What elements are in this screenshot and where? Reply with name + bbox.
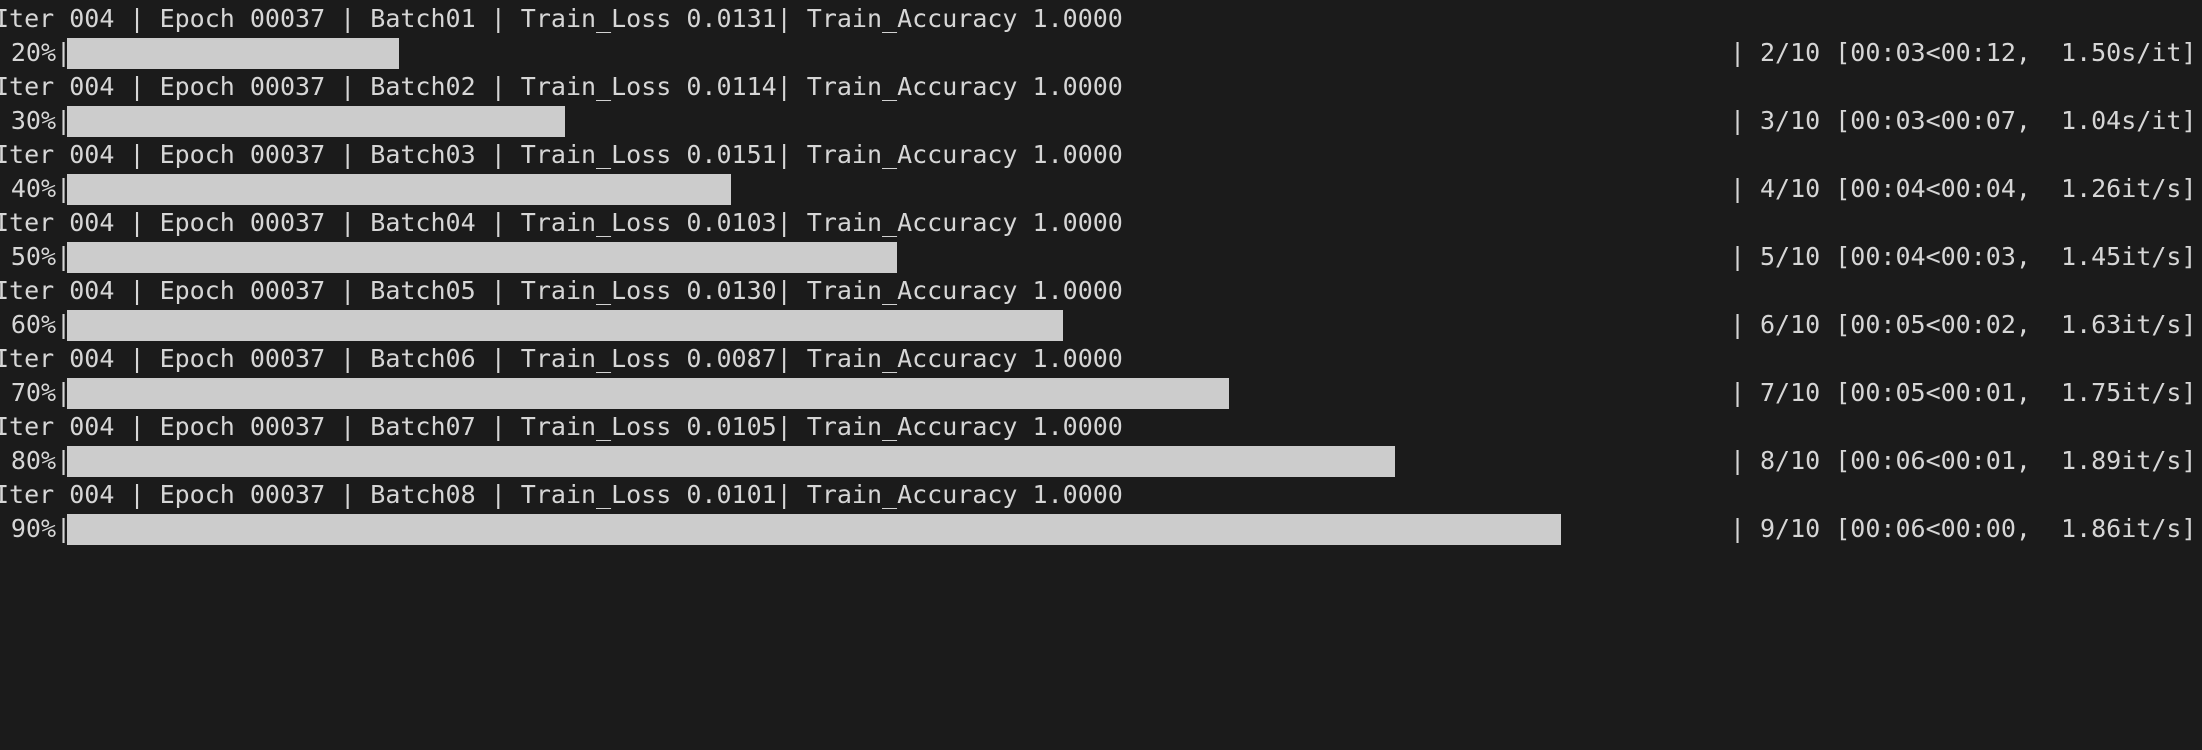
progress-bar-fill [67, 174, 731, 205]
progress-percent: 50% [10, 242, 56, 271]
progress-bar-right-separator: | [1730, 514, 1746, 543]
progress-bar-fill [67, 514, 1561, 545]
progress-stats: 3/10 [00:03<00:07, 1.04s/it] [1760, 106, 2197, 135]
training-log-text: Iter 004 | Epoch 00037 | Batch07 | Train… [0, 412, 1123, 441]
progress-bar [67, 38, 1727, 69]
progress-line: 30% | | 3/10 [00:03<00:07, 1.04s/it] [0, 104, 2202, 138]
training-log-text: Iter 004 | Epoch 00037 | Batch06 | Train… [0, 344, 1123, 373]
progress-line: 50% | | 5/10 [00:04<00:03, 1.45it/s] [0, 240, 2202, 274]
progress-line: 60% | | 6/10 [00:05<00:02, 1.63it/s] [0, 308, 2202, 342]
training-log-text: Iter 004 | Epoch 00037 | Batch03 | Train… [0, 140, 1123, 169]
progress-bar [67, 446, 1727, 477]
progress-stats: 9/10 [00:06<00:00, 1.86it/s] [1760, 514, 2197, 543]
training-log-text: Iter 004 | Epoch 00037 | Batch05 | Train… [0, 276, 1123, 305]
progress-percent: 80% [10, 446, 56, 475]
progress-line: 20% | | 2/10 [00:03<00:12, 1.50s/it] [0, 36, 2202, 70]
log-line: Iter 004 | Epoch 00037 | Batch03 | Train… [0, 138, 2202, 172]
progress-percent: 90% [10, 514, 56, 543]
progress-line: 40% | | 4/10 [00:04<00:04, 1.26it/s] [0, 172, 2202, 206]
progress-stats: 6/10 [00:05<00:02, 1.63it/s] [1760, 310, 2197, 339]
progress-line: 70% | | 7/10 [00:05<00:01, 1.75it/s] [0, 376, 2202, 410]
progress-bar [67, 514, 1727, 545]
progress-bar-fill [67, 242, 897, 273]
progress-percent: 20% [10, 38, 56, 67]
training-log-text: Iter 004 | Epoch 00037 | Batch01 | Train… [0, 4, 1123, 33]
progress-bar-fill [67, 38, 399, 69]
progress-bar [67, 378, 1727, 409]
progress-stats: 7/10 [00:05<00:01, 1.75it/s] [1760, 378, 2197, 407]
progress-bar-right-separator: | [1730, 310, 1746, 339]
log-line: Iter 004 | Epoch 00037 | Batch05 | Train… [0, 274, 2202, 308]
log-line: Iter 004 | Epoch 00037 | Batch01 | Train… [0, 2, 2202, 36]
progress-stats: 5/10 [00:04<00:03, 1.45it/s] [1760, 242, 2197, 271]
progress-percent: 40% [10, 174, 56, 203]
progress-bar [67, 106, 1727, 137]
progress-stats: 8/10 [00:06<00:01, 1.89it/s] [1760, 446, 2197, 475]
progress-bar-fill [67, 310, 1063, 341]
progress-bar-fill [67, 446, 1395, 477]
progress-bar [67, 310, 1727, 341]
progress-line: 80% | | 8/10 [00:06<00:01, 1.89it/s] [0, 444, 2202, 478]
progress-bar [67, 242, 1727, 273]
progress-line: 90% | | 9/10 [00:06<00:00, 1.86it/s] [0, 512, 2202, 546]
training-log-text: Iter 004 | Epoch 00037 | Batch04 | Train… [0, 208, 1123, 237]
terminal-output: Iter 004 | Epoch 00037 | Batch01 | Train… [0, 0, 2202, 555]
progress-percent: 30% [10, 106, 56, 135]
progress-stats: 4/10 [00:04<00:04, 1.26it/s] [1760, 174, 2197, 203]
progress-bar-fill [67, 106, 565, 137]
progress-bar-fill [67, 378, 1229, 409]
log-line: Iter 004 | Epoch 00037 | Batch07 | Train… [0, 410, 2202, 444]
training-log-text: Iter 004 | Epoch 00037 | Batch02 | Train… [0, 72, 1123, 101]
log-line: Iter 004 | Epoch 00037 | Batch04 | Train… [0, 206, 2202, 240]
progress-bar-right-separator: | [1730, 106, 1746, 135]
training-log-text: Iter 004 | Epoch 00037 | Batch08 | Train… [0, 480, 1123, 509]
progress-percent: 70% [10, 378, 56, 407]
progress-stats: 2/10 [00:03<00:12, 1.50s/it] [1760, 38, 2197, 67]
progress-bar-right-separator: | [1730, 446, 1746, 475]
progress-bar [67, 174, 1727, 205]
log-line: Iter 004 | Epoch 00037 | Batch06 | Train… [0, 342, 2202, 376]
progress-percent: 60% [10, 310, 56, 339]
log-line: Iter 004 | Epoch 00037 | Batch02 | Train… [0, 70, 2202, 104]
progress-bar-right-separator: | [1730, 378, 1746, 407]
progress-bar-right-separator: | [1730, 174, 1746, 203]
log-line: Iter 004 | Epoch 00037 | Batch08 | Train… [0, 478, 2202, 512]
progress-bar-right-separator: | [1730, 242, 1746, 271]
progress-bar-right-separator: | [1730, 38, 1746, 67]
